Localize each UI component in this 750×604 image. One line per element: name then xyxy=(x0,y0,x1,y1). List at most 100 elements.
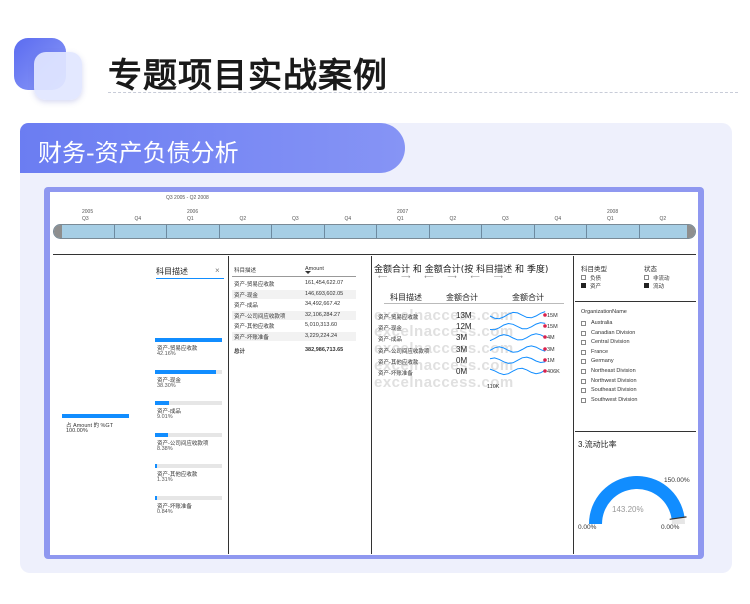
sparkline-path xyxy=(489,367,546,376)
slicer-org-item[interactable]: Northeast Division xyxy=(591,368,636,374)
slicer-status-item[interactable]: 非流动 xyxy=(653,274,670,282)
tree-item-pct: 1.31% xyxy=(157,477,173,483)
tree-root-value: 100.00% xyxy=(66,428,88,434)
slicer-org-item[interactable]: Germany xyxy=(591,358,614,364)
timeline-year-label: 2008 xyxy=(607,209,619,215)
timeline-end-handle[interactable] xyxy=(687,225,695,238)
table-row[interactable]: 资产-成品 34,492,667.42 xyxy=(232,300,356,309)
divider xyxy=(575,301,696,302)
table-header-rule xyxy=(232,276,356,277)
tree-item-pct: 0.84% xyxy=(157,508,173,515)
tree-item-bar[interactable] xyxy=(155,369,216,374)
divider xyxy=(371,256,372,554)
slicer-org-item[interactable]: Canadian Division xyxy=(591,330,635,336)
spark-row-name: 资产-成品 xyxy=(378,337,402,344)
checkbox[interactable] xyxy=(581,340,586,346)
timeline-year-label: 2007 xyxy=(397,209,409,215)
table-cell-amount: 161,454,622.07 xyxy=(305,280,344,286)
card-tab-label: 财务-资产负债分析 xyxy=(38,139,239,167)
table-cell-amount: 146,693,602.05 xyxy=(305,290,344,297)
timeline-segment-divider xyxy=(271,225,272,238)
checkbox[interactable] xyxy=(581,388,586,394)
tree-item-pct: 8.38% xyxy=(157,445,173,452)
slicer-type-item[interactable]: 负债 xyxy=(590,274,601,282)
table-row[interactable]: 资产-其他应收款 5,010,313.60 xyxy=(232,321,356,330)
spark-row-name: 资产-坏账准备 xyxy=(378,371,413,377)
slicer-org-item[interactable]: Central Division xyxy=(591,339,630,345)
close-icon[interactable]: × xyxy=(215,266,220,275)
tree-item-track xyxy=(155,495,222,500)
checkbox[interactable] xyxy=(581,378,586,384)
timeline-quarter-label: Q2 xyxy=(449,216,457,222)
sparkline-path xyxy=(489,344,546,353)
table-row[interactable]: 资产-公司间应收款项 32,106,284.27 xyxy=(232,310,356,320)
tree-item-bar[interactable] xyxy=(155,495,157,500)
slicer-status-title: 状态 xyxy=(644,266,657,273)
checkbox[interactable] xyxy=(581,349,586,355)
tree-item-bar[interactable] xyxy=(155,401,169,405)
spark-row-total: 0M xyxy=(456,355,468,365)
filter-underline xyxy=(156,278,224,279)
spark-row-name: 资产-现金 xyxy=(378,326,402,333)
timeline-segment-divider xyxy=(166,225,167,238)
tree-filter-label[interactable]: 科目描述 xyxy=(156,266,188,277)
spark-row-total: 3M xyxy=(456,344,468,354)
spark-col-name: 科目描述 xyxy=(390,293,422,302)
timeline-segment-divider xyxy=(113,225,115,238)
slicer-type-title: 科目类型 xyxy=(581,266,607,273)
tree-item-track xyxy=(155,464,222,468)
slicer-org-item[interactable]: Northwest Division xyxy=(591,378,637,384)
slicer-org-item[interactable]: Australia xyxy=(591,320,612,326)
divider xyxy=(573,256,574,554)
timeline-quarter-label: Q1 xyxy=(607,216,614,222)
slicer-org-item[interactable]: France xyxy=(591,349,608,355)
slicer-org-title: OrganizationName xyxy=(581,309,627,315)
checkbox[interactable] xyxy=(581,321,586,326)
table-row[interactable]: 资产-坏账准备 3,229,224.24 xyxy=(232,331,356,341)
checkbox[interactable] xyxy=(644,275,649,280)
table-total-amount: 382,986,713.65 xyxy=(305,347,344,353)
table-cell-account: 资产-成品 xyxy=(234,303,258,309)
checkbox[interactable] xyxy=(581,369,586,374)
gauge-max-label: 150.00% xyxy=(664,477,690,484)
checkbox[interactable] xyxy=(581,275,586,280)
logo-front-square xyxy=(34,52,82,100)
spark-row-total: 3M xyxy=(456,333,468,343)
checkbox[interactable] xyxy=(581,397,586,403)
tree-item-bar[interactable] xyxy=(155,464,157,468)
sparkline-path xyxy=(489,356,546,364)
spark-row-end: 15M xyxy=(547,313,558,319)
sparkline-path xyxy=(489,311,546,320)
slicer-type-item[interactable]: 资产 xyxy=(590,282,601,290)
spark-row-name: 资产-其他应收款 xyxy=(378,359,419,366)
spark-col-total: 金额合计 xyxy=(446,293,478,302)
checkbox[interactable] xyxy=(581,283,586,288)
timeline-segment-divider xyxy=(428,225,430,238)
spark-header-rule xyxy=(384,303,564,304)
divider xyxy=(228,256,229,554)
table-row[interactable]: 资产-现金 146,693,602.05 xyxy=(232,289,356,299)
sparkline xyxy=(489,322,547,331)
sparkline xyxy=(489,344,547,353)
checkbox[interactable] xyxy=(581,330,586,336)
slicer-org-item[interactable]: Southwest Division xyxy=(591,397,637,403)
table-cell-amount: 3,229,224.24 xyxy=(305,332,338,339)
page-title: 专题项目实战案例 xyxy=(108,56,388,96)
timeline-segment-divider xyxy=(323,225,325,238)
checkbox[interactable] xyxy=(581,359,586,365)
timeline-quarter-label: Q4 xyxy=(344,216,352,222)
tree-root-bar[interactable] xyxy=(62,414,129,418)
slicer-status-item[interactable]: 流动 xyxy=(653,282,664,290)
checkbox[interactable] xyxy=(644,283,649,288)
column-arrows: ⟵ ⟶ ⟵ ⟶ ⟵ ⟶ xyxy=(378,274,509,281)
slicer-org-item[interactable]: Southeast Division xyxy=(591,387,637,393)
tree-item-bar[interactable] xyxy=(155,432,168,437)
gauge-target-label: 0.00% xyxy=(661,524,680,531)
spark-row-name: 资产-公司间应收款项 xyxy=(378,348,430,355)
timeline-slider[interactable] xyxy=(53,224,696,239)
timeline-quarter-label: Q4 xyxy=(134,216,142,222)
timeline-start-handle[interactable] xyxy=(54,225,62,238)
divider xyxy=(53,254,696,255)
table-row[interactable]: 资产-贸易应收款 161,454,622.07 xyxy=(232,279,356,288)
tree-item-bar[interactable] xyxy=(155,338,222,342)
